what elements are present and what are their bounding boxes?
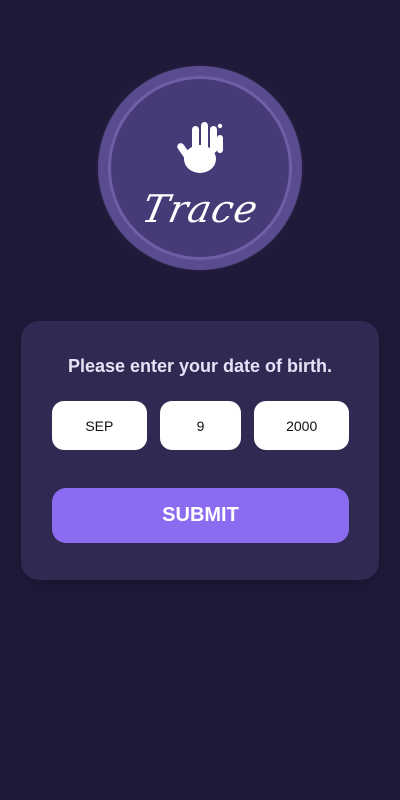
dob-prompt: Please enter your date of birth.	[67, 356, 333, 376]
submit-button[interactable]: SUBMIT	[52, 488, 349, 543]
app-logo: Trace	[98, 66, 302, 270]
month-field[interactable]: SEP	[52, 401, 147, 450]
brand-wordmark: Trace	[137, 187, 263, 231]
day-field[interactable]: 9	[159, 401, 242, 450]
dob-fields-row: SEP 9 2000	[52, 401, 350, 450]
year-field[interactable]: 2000	[254, 401, 350, 450]
dob-card: Please enter your date of birth. SEP 9 2…	[21, 321, 379, 580]
hand-icon	[161, 108, 239, 186]
logo-inner-circle: Trace	[108, 76, 292, 260]
dob-screen: Trace Please enter your date of birth. S…	[0, 0, 400, 800]
